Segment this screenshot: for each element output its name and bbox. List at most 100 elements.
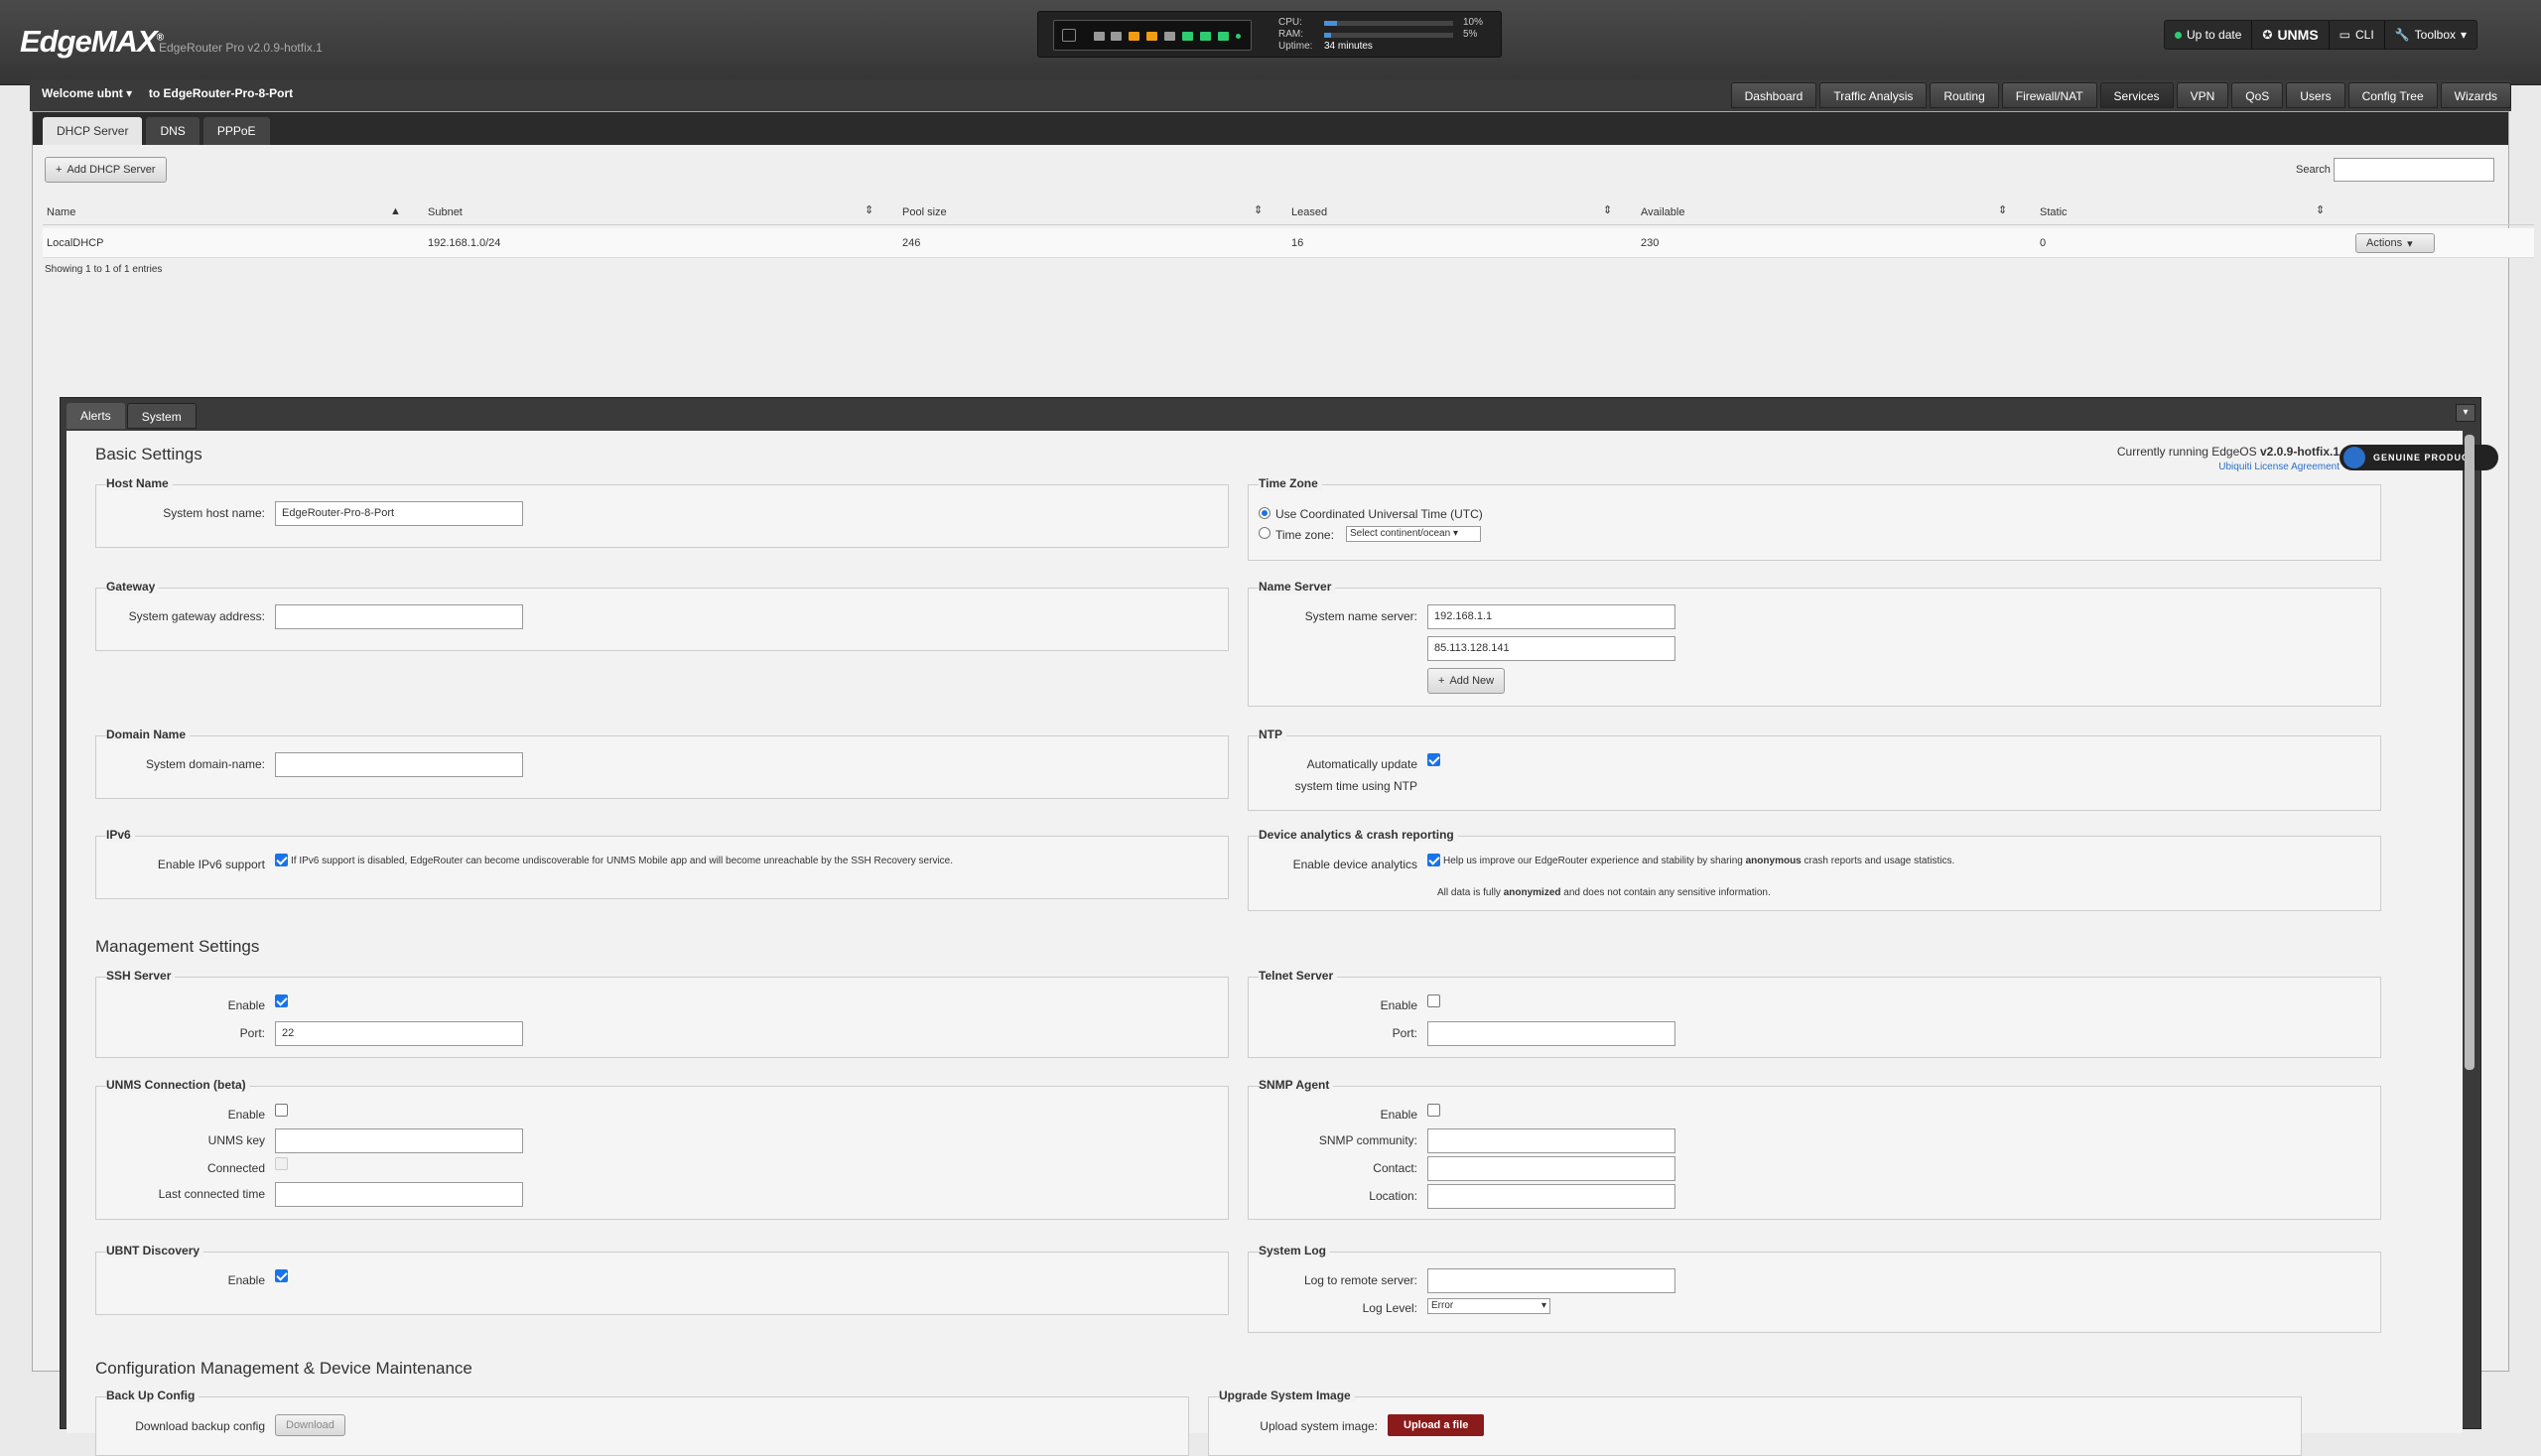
running-version: Currently running EdgeOS v2.0.9-hotfix.1… bbox=[2116, 445, 2340, 472]
col-available[interactable]: Available bbox=[1641, 206, 1684, 218]
cli-button[interactable]: ▭ CLI bbox=[2330, 21, 2385, 49]
gateway-label: System gateway address: bbox=[128, 609, 265, 623]
ram-value: 5% bbox=[1463, 29, 1478, 40]
gateway-input[interactable] bbox=[275, 604, 523, 629]
col-static[interactable]: Static bbox=[2040, 206, 2068, 218]
upload-file-button[interactable]: Upload a file bbox=[1388, 1414, 1485, 1436]
chevron-down-icon: ▾ bbox=[1540, 1300, 1546, 1311]
tab-traffic-analysis[interactable]: Traffic Analysis bbox=[1819, 82, 1928, 108]
tab-pppoe[interactable]: PPPoE bbox=[202, 117, 270, 145]
snmp-location-input[interactable] bbox=[1427, 1184, 1675, 1209]
download-backup-button[interactable]: Download bbox=[275, 1414, 345, 1436]
top-bar: EdgeMAX® EdgeRouter Pro v2.0.9-hotfix.1 … bbox=[0, 0, 2541, 85]
port-4-icon bbox=[1146, 32, 1157, 41]
ssh-section: SSH Server Enable Port: 22 bbox=[95, 969, 1229, 1058]
time-zone-section: Time Zone Use Coordinated Universal Time… bbox=[1248, 476, 2381, 561]
ram-bar bbox=[1324, 33, 1453, 38]
unms-connected-label: Connected bbox=[206, 1161, 265, 1175]
ssh-enable-label: Enable bbox=[227, 998, 265, 1012]
unms-icon: ✪ bbox=[2262, 28, 2273, 42]
tab-qos[interactable]: QoS bbox=[2231, 82, 2284, 108]
unms-button[interactable]: ✪ UNMS bbox=[2252, 21, 2330, 49]
chevron-down-icon: ▾ bbox=[2461, 28, 2468, 42]
search-input[interactable] bbox=[2334, 158, 2494, 182]
name-server-label: System name server: bbox=[1304, 609, 1417, 623]
ipv6-note: If IPv6 support is disabled, EdgeRouter … bbox=[291, 856, 954, 866]
unms-key-input[interactable] bbox=[275, 1128, 523, 1153]
ubnt-enable-label: Enable bbox=[227, 1273, 265, 1287]
port-status-panel bbox=[1053, 20, 1252, 51]
ssh-port-input[interactable]: 22 bbox=[275, 1021, 523, 1046]
timezone-radio[interactable] bbox=[1259, 527, 1270, 539]
upgrade-image-section: Upgrade System Image Upload system image… bbox=[1208, 1389, 2302, 1456]
utc-radio[interactable] bbox=[1259, 507, 1270, 519]
col-pool-size[interactable]: Pool size bbox=[902, 206, 947, 218]
add-dhcp-server-button[interactable]: + Add DHCP Server bbox=[45, 157, 167, 183]
shield-icon bbox=[2343, 447, 2365, 468]
row-subnet: 192.168.1.0/24 bbox=[428, 237, 501, 249]
ntp-checkbox[interactable] bbox=[1427, 753, 1440, 766]
telnet-port-input[interactable] bbox=[1427, 1021, 1675, 1046]
edgemax-logo: EdgeMAX® bbox=[20, 24, 164, 59]
tab-users[interactable]: Users bbox=[2286, 82, 2345, 108]
ssh-enable-checkbox[interactable] bbox=[275, 994, 288, 1007]
unms-last-input[interactable] bbox=[275, 1182, 523, 1207]
col-leased[interactable]: Leased bbox=[1291, 206, 1327, 218]
sort-icon: ⇕ bbox=[2316, 204, 2326, 216]
tab-firewall-nat[interactable]: Firewall/NAT bbox=[2001, 82, 2097, 108]
ipv6-label: Enable IPv6 support bbox=[157, 858, 265, 871]
tab-dashboard[interactable]: Dashboard bbox=[1730, 82, 1817, 108]
add-name-server-button[interactable]: + Add New bbox=[1427, 668, 1506, 694]
tab-dns[interactable]: DNS bbox=[146, 117, 200, 145]
tab-config-tree[interactable]: Config Tree bbox=[2347, 82, 2438, 108]
host-name-section: Host Name System host name: EdgeRouter-P… bbox=[95, 476, 1229, 548]
snmp-community-input[interactable] bbox=[1427, 1128, 1675, 1153]
analytics-label: Enable device analytics bbox=[1292, 858, 1417, 871]
snmp-contact-label: Contact: bbox=[1373, 1161, 1417, 1175]
chevron-down-icon: ▾ bbox=[2407, 237, 2413, 250]
name-server-2-input[interactable]: 85.113.128.141 bbox=[1427, 636, 1675, 661]
up-to-date-button[interactable]: Up to date bbox=[2165, 21, 2253, 49]
toolbox-button[interactable]: 🔧 Toolbox ▾ bbox=[2385, 21, 2476, 49]
syslog-level-select[interactable]: Error ▾ bbox=[1427, 1298, 1550, 1314]
syslog-remote-input[interactable] bbox=[1427, 1268, 1675, 1293]
timezone-select[interactable]: Select continent/ocean ▾ bbox=[1346, 526, 1481, 542]
panel-scrollbar[interactable] bbox=[2465, 435, 2474, 1070]
timezone-label: Time zone: bbox=[1275, 528, 1334, 542]
collapse-panel-button[interactable]: ▾ bbox=[2456, 404, 2475, 422]
port-6-icon bbox=[1182, 32, 1193, 41]
tab-vpn[interactable]: VPN bbox=[2176, 82, 2229, 108]
host-name-input[interactable]: EdgeRouter-Pro-8-Port bbox=[275, 501, 523, 526]
genuine-product-badge: GENUINE PRODUCT bbox=[2340, 445, 2498, 470]
ipv6-checkbox[interactable] bbox=[275, 854, 288, 866]
upgrade-label: Upload system image: bbox=[1260, 1419, 1378, 1433]
tab-system[interactable]: System bbox=[126, 403, 197, 429]
console-port-icon bbox=[1062, 29, 1076, 42]
snmp-enable-checkbox[interactable] bbox=[1427, 1104, 1440, 1117]
panel-tabs: Alerts System bbox=[67, 403, 197, 429]
plus-icon: + bbox=[56, 164, 63, 176]
telnet-enable-label: Enable bbox=[1380, 998, 1417, 1012]
tab-services[interactable]: Services bbox=[2099, 82, 2174, 108]
analytics-checkbox[interactable] bbox=[1427, 854, 1440, 866]
col-name[interactable]: Name bbox=[47, 206, 75, 218]
telnet-enable-checkbox[interactable] bbox=[1427, 994, 1440, 1007]
name-server-1-input[interactable]: 192.168.1.1 bbox=[1427, 604, 1675, 629]
tab-alerts[interactable]: Alerts bbox=[67, 403, 125, 429]
tab-dhcp-server[interactable]: DHCP Server bbox=[43, 117, 143, 145]
welcome-menu[interactable]: Welcome ubnt ▾ to EdgeRouter-Pro-8-Port bbox=[42, 86, 293, 100]
table-row[interactable]: LocalDHCP 192.168.1.0/24 246 16 230 0 Ac… bbox=[43, 228, 2534, 258]
syslog-remote-label: Log to remote server: bbox=[1303, 1273, 1417, 1287]
actions-button[interactable]: Actions ▾ bbox=[2355, 233, 2435, 253]
tab-wizards[interactable]: Wizards bbox=[2440, 82, 2511, 108]
license-link[interactable]: Ubiquiti License Agreement bbox=[2218, 462, 2340, 472]
analytics-section: Device analytics & crash reporting Enabl… bbox=[1248, 828, 2381, 911]
col-subnet[interactable]: Subnet bbox=[428, 206, 463, 218]
ubnt-enable-checkbox[interactable] bbox=[275, 1269, 288, 1282]
tab-routing[interactable]: Routing bbox=[1930, 82, 1999, 108]
unms-enable-checkbox[interactable] bbox=[275, 1104, 288, 1117]
ntp-section: NTP Automatically update system time usi… bbox=[1248, 728, 2381, 811]
domain-input[interactable] bbox=[275, 752, 523, 777]
analytics-note-1: Help us improve our EdgeRouter experienc… bbox=[1443, 856, 1955, 866]
snmp-contact-input[interactable] bbox=[1427, 1156, 1675, 1181]
